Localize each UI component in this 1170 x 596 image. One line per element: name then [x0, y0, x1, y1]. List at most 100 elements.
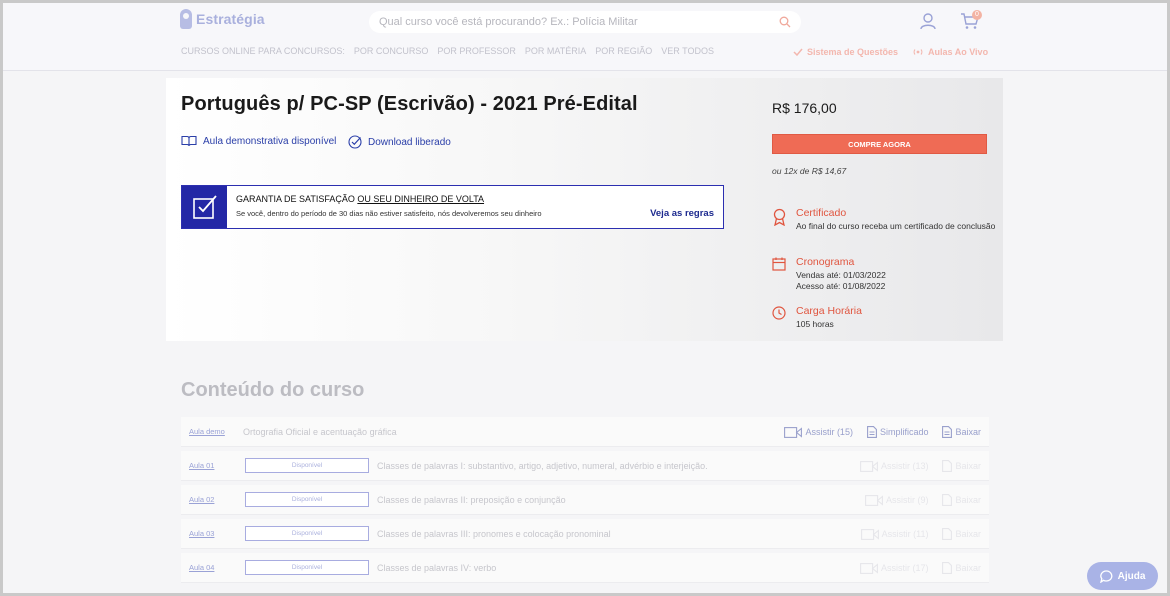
cart-count-badge: 0 — [972, 10, 982, 20]
user-icon[interactable] — [919, 12, 937, 35]
workload-info: Carga Horária 105 horas — [772, 305, 996, 330]
lesson-actions: Assistir (9) Baixar — [865, 494, 981, 506]
schedule-access-date: Acesso até: 01/08/2022 — [796, 281, 886, 291]
certificate-info: Certificado Ao final do curso receba um … — [772, 207, 996, 232]
logo[interactable]: Estratégia — [180, 9, 265, 29]
availability-badge: Disponível — [245, 492, 369, 507]
broadcast-icon — [913, 49, 923, 55]
check-circle-icon — [348, 135, 362, 149]
logo-text: Estratégia — [196, 11, 265, 27]
watch-button[interactable]: Assistir (9) — [865, 494, 929, 506]
live-classes-label: Aulas Ao Vivo — [928, 47, 989, 57]
lesson-number[interactable]: Aula 04 — [189, 563, 214, 572]
watch-label: Assistir (17) — [880, 563, 929, 573]
nav-item-by-teacher[interactable]: POR PROFESSOR — [437, 46, 516, 56]
download-button[interactable]: Baixar — [942, 528, 981, 540]
watch-button[interactable]: Assistir (13) — [860, 460, 928, 472]
availability-badge: Disponível — [245, 458, 369, 473]
check-icon — [793, 48, 803, 56]
simplified-label: Simplificado — [879, 427, 929, 437]
availability-badge: Disponível — [245, 560, 369, 575]
lesson-number[interactable]: Aula 02 — [189, 495, 214, 504]
schedule-sales-date: Vendas até: 01/03/2022 — [796, 270, 886, 280]
calendar-icon — [772, 257, 786, 271]
nav-item-by-subject[interactable]: POR MATÉRIA — [525, 46, 586, 56]
watch-label: Assistir (11) — [881, 529, 929, 539]
logo-mark-icon — [180, 9, 192, 29]
chat-bubble-icon — [1099, 569, 1113, 583]
award-ribbon-icon — [773, 208, 786, 227]
search-input[interactable] — [379, 16, 779, 28]
demo-lesson-label: Aula demonstrativa disponível — [203, 135, 337, 147]
lesson-number[interactable]: Aula 03 — [189, 529, 214, 538]
download-label: Baixar — [955, 529, 981, 539]
watch-button[interactable]: Assistir (15) — [784, 426, 853, 438]
nav-item-see-all[interactable]: VER TODOS — [661, 46, 714, 56]
download-label: Baixar — [955, 563, 981, 573]
live-classes-link[interactable]: Aulas Ao Vivo — [912, 47, 988, 57]
lesson-row: Aula 04 Disponível Classes de palavras I… — [181, 553, 989, 583]
download-document-icon — [942, 494, 953, 506]
guarantee-title-prefix: GARANTIA DE SATISFAÇÃO — [236, 194, 358, 204]
questions-system-link[interactable]: Sistema de Questões — [793, 47, 898, 57]
simplified-button[interactable]: Simplificado — [867, 426, 929, 438]
watch-button[interactable]: Assistir (11) — [860, 528, 929, 540]
download-button[interactable]: Baixar — [942, 562, 981, 574]
workload-title: Carga Horária — [796, 305, 862, 317]
video-camera-icon — [784, 426, 803, 438]
download-label: Baixar — [955, 495, 981, 505]
clock-icon — [772, 306, 786, 320]
video-camera-icon — [860, 528, 879, 540]
lesson-name: Classes de palavras II: preposição e con… — [377, 495, 566, 505]
lesson-number[interactable]: Aula 01 — [189, 461, 214, 470]
document-icon — [867, 426, 877, 438]
download-feature: Download liberado — [348, 135, 451, 149]
help-button[interactable]: Ajuda — [1087, 562, 1158, 590]
lesson-actions: Assistir (17) Baixar — [860, 562, 981, 574]
watch-button[interactable]: Assistir (17) — [860, 562, 929, 574]
nav-lead-label: CURSOS ONLINE PARA CONCURSOS: — [181, 46, 345, 56]
download-button[interactable]: Baixar — [942, 460, 981, 472]
lesson-name: Ortografia Oficial e acentuação gráfica — [243, 427, 397, 437]
lesson-row-demo: Aula demo Ortografia Oficial e acentuaçã… — [181, 417, 989, 447]
lesson-name: Classes de palavras I: substantivo, arti… — [377, 461, 708, 471]
watch-label: Assistir (9) — [885, 495, 929, 505]
satisfaction-guarantee: GARANTIA DE SATISFAÇÃO OU SEU DINHEIRO D… — [181, 185, 724, 229]
lesson-actions: Assistir (11) Baixar — [860, 528, 981, 540]
download-document-icon — [942, 460, 953, 472]
download-label: Baixar — [955, 427, 981, 437]
availability-badge: Disponível — [245, 526, 369, 541]
lesson-number[interactable]: Aula demo — [189, 427, 225, 436]
guarantee-badge — [182, 186, 227, 228]
header-right-links: Sistema de Questões Aulas Ao Vivo — [793, 47, 988, 57]
guarantee-rules-link[interactable]: Veja as regras — [650, 208, 714, 219]
workload-text: 105 horas — [796, 319, 834, 329]
video-camera-icon — [860, 460, 878, 472]
download-label: Download liberado — [368, 136, 451, 148]
course-price: R$ 176,00 — [772, 100, 837, 116]
installments-text: ou 12x de R$ 14,67 — [772, 166, 847, 176]
lesson-row: Aula 01 Disponível Classes de palavras I… — [181, 451, 989, 481]
demo-lesson-feature: Aula demonstrativa disponível — [181, 135, 336, 147]
watch-label: Assistir (15) — [805, 427, 853, 437]
certificate-text: Ao final do curso receba um certificado … — [796, 221, 996, 231]
search-bar — [369, 11, 801, 33]
lesson-actions: Assistir (15) Simplificado Baixar — [784, 426, 981, 438]
lesson-name: Classes de palavras III: pronomes e colo… — [377, 529, 611, 539]
download-button[interactable]: Baixar — [942, 426, 981, 438]
lesson-row: Aula 02 Disponível Classes de palavras I… — [181, 485, 989, 515]
download-document-icon — [942, 528, 953, 540]
site-header: Estratégia 0 CURSOS ONLINE PARA CONCURSO… — [3, 3, 1167, 71]
search-icon[interactable] — [779, 16, 791, 28]
download-document-icon — [942, 426, 953, 438]
guarantee-title: GARANTIA DE SATISFAÇÃO OU SEU DINHEIRO D… — [236, 194, 714, 204]
open-book-icon — [181, 135, 197, 147]
category-nav: CURSOS ONLINE PARA CONCURSOS: POR CONCUR… — [181, 46, 714, 56]
course-hero: Português p/ PC-SP (Escrivão) - 2021 Pré… — [166, 78, 1003, 341]
video-camera-icon — [865, 494, 883, 506]
buy-now-button[interactable]: COMPRE AGORA — [772, 134, 987, 154]
nav-item-by-exam[interactable]: POR CONCURSO — [354, 46, 429, 56]
guarantee-description: Se você, dentro do período de 30 dias nã… — [236, 209, 542, 218]
download-button[interactable]: Baixar — [942, 494, 981, 506]
nav-item-by-region[interactable]: POR REGIÃO — [595, 46, 652, 56]
